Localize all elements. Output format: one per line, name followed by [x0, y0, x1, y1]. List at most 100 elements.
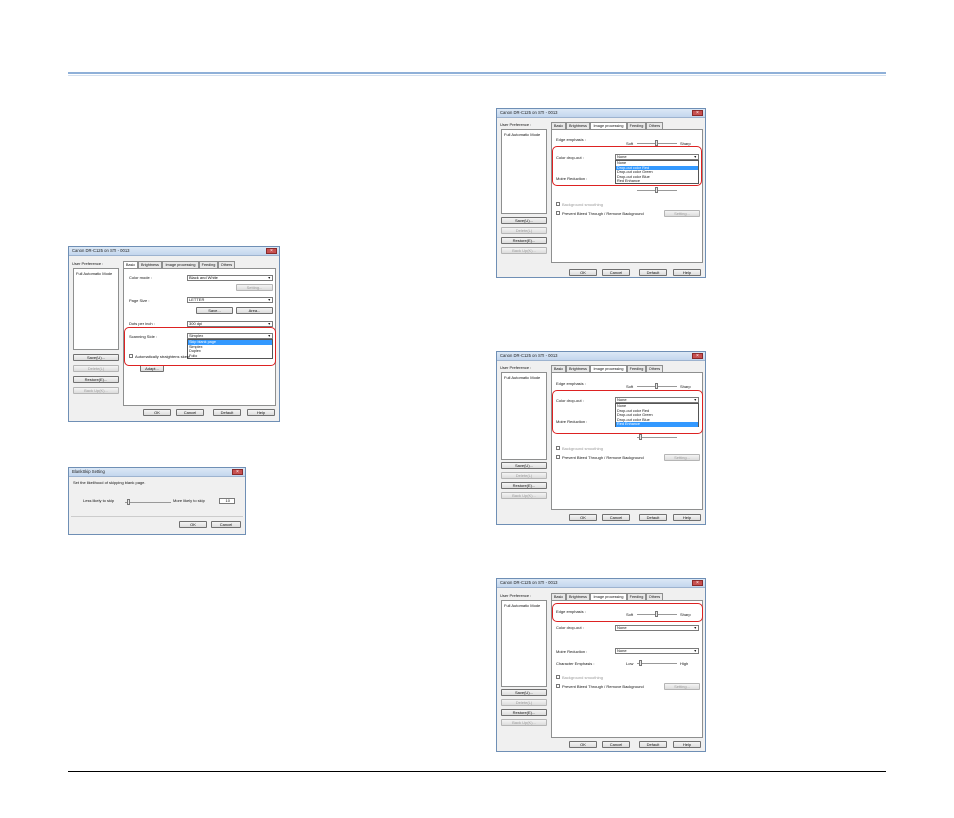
less-likely-label: Less likely to skip	[83, 498, 115, 503]
character-slider[interactable]	[637, 437, 677, 438]
tab-basic[interactable]: Basic	[551, 122, 566, 129]
delete-button[interactable]: Delete(L)	[501, 472, 547, 479]
default-button[interactable]: Default	[639, 269, 667, 276]
close-icon[interactable]: ×	[692, 353, 703, 359]
area-button[interactable]: Area...	[236, 307, 273, 314]
slider-thumb[interactable]	[639, 434, 642, 440]
save-button[interactable]: Save(U)...	[501, 689, 547, 696]
default-button[interactable]: Default	[639, 741, 667, 748]
blankskip-slider[interactable]	[125, 502, 171, 503]
close-icon[interactable]: ×	[692, 580, 703, 586]
blankskip-value-spinner[interactable]: 10	[219, 498, 235, 504]
back-up-button[interactable]: Back Up(K)...	[501, 719, 547, 726]
character-emphasis-label: Character Emphasis :	[556, 661, 595, 666]
restore-button[interactable]: Restore(E)...	[501, 482, 547, 489]
window-title: BlankSkip Setting	[72, 469, 105, 474]
user-preference-list[interactable]: Full Automatic Mode	[501, 372, 547, 460]
list-item[interactable]: Full Automatic Mode	[504, 132, 540, 137]
back-up-button[interactable]: Back Up(K)...	[73, 387, 119, 394]
slider-thumb[interactable]	[127, 499, 130, 505]
character-slider[interactable]	[637, 663, 677, 664]
help-button[interactable]: Help	[247, 409, 275, 416]
cancel-button[interactable]: Cancel	[602, 741, 630, 748]
color-mode-select[interactable]: Black and White ▼	[187, 275, 273, 281]
list-item[interactable]: Full Automatic Mode	[76, 271, 112, 276]
help-button[interactable]: Help	[673, 269, 701, 276]
bleed-setting-button[interactable]: Setting...	[664, 210, 700, 217]
cancel-button[interactable]: Cancel	[211, 521, 241, 528]
delete-button[interactable]: Delete(L)	[501, 699, 547, 706]
bleed-setting-button[interactable]: Setting...	[664, 683, 700, 690]
adapt-button[interactable]: Adapt...	[140, 365, 164, 372]
ok-button[interactable]: OK	[569, 741, 597, 748]
tab-basic[interactable]: Basic	[551, 593, 566, 600]
close-icon[interactable]: ×	[232, 469, 243, 475]
user-preference-label: User Preference :	[500, 593, 532, 598]
tab-image-processing[interactable]: Image processing	[162, 261, 199, 268]
color-setting-button[interactable]: Setting...	[236, 284, 273, 291]
save-button[interactable]: Save(U)...	[73, 354, 119, 361]
slider-thumb[interactable]	[655, 187, 658, 193]
help-button[interactable]: Help	[673, 514, 701, 521]
cancel-button[interactable]: Cancel	[176, 409, 204, 416]
tab-others[interactable]: Others	[646, 122, 663, 129]
restore-button[interactable]: Restore(E)...	[73, 376, 119, 383]
help-button[interactable]: Help	[673, 741, 701, 748]
restore-button[interactable]: Restore(E)...	[501, 709, 547, 716]
cancel-button[interactable]: Cancel	[602, 269, 630, 276]
tab-brightness[interactable]: Brightness	[566, 593, 590, 600]
tab-feeding[interactable]: Feeding	[199, 261, 218, 268]
slider-thumb[interactable]	[639, 660, 642, 666]
image-processing-dialog-edge: Canon DR-C125 on STI - 0013 × User Prefe…	[496, 578, 706, 752]
bg-smoothing-checkbox[interactable]	[556, 675, 560, 679]
tab-feeding[interactable]: Feeding	[627, 122, 646, 129]
ok-button[interactable]: OK	[569, 514, 597, 521]
user-preference-list[interactable]: Full Automatic Mode	[73, 268, 119, 350]
list-item[interactable]: Full Automatic Mode	[504, 603, 540, 608]
page-save-button[interactable]: Save...	[196, 307, 233, 314]
highlight-frame	[552, 146, 702, 186]
tab-brightness[interactable]: Brightness	[138, 261, 162, 268]
back-up-button[interactable]: Back Up(K)...	[501, 492, 547, 499]
color-mode-label: Color mode :	[129, 275, 152, 280]
ok-button[interactable]: OK	[569, 269, 597, 276]
user-preference-list[interactable]: Full Automatic Mode	[501, 600, 547, 687]
tab-brightness[interactable]: Brightness	[566, 365, 590, 372]
bleed-checkbox[interactable]	[556, 455, 560, 459]
bleed-setting-button[interactable]: Setting...	[664, 454, 700, 461]
tab-others[interactable]: Others	[218, 261, 235, 268]
close-icon[interactable]: ×	[266, 248, 277, 254]
save-button[interactable]: Save(U)...	[501, 462, 547, 469]
delete-button[interactable]: Delete(L)	[73, 365, 119, 372]
default-button[interactable]: Default	[639, 514, 667, 521]
tab-others[interactable]: Others	[646, 365, 663, 372]
ok-button[interactable]: OK	[143, 409, 171, 416]
color-dropout-select[interactable]: None ▼	[615, 625, 699, 631]
page-size-label: Page Size :	[129, 298, 150, 303]
page-size-select[interactable]: LETTER ▼	[187, 297, 273, 303]
slider-thumb[interactable]	[655, 383, 658, 389]
bleed-checkbox[interactable]	[556, 211, 560, 215]
high-label: High	[680, 661, 689, 666]
user-preference-list[interactable]: Full Automatic Mode	[501, 129, 547, 214]
bg-smoothing-checkbox[interactable]	[556, 446, 560, 450]
tab-bar: Basic Brightness Image processing Feedin…	[551, 122, 701, 130]
tab-basic[interactable]: Basic	[551, 365, 566, 372]
bleed-checkbox[interactable]	[556, 684, 560, 688]
restore-button[interactable]: Restore(E)...	[501, 237, 547, 244]
list-item[interactable]: Full Automatic Mode	[504, 375, 540, 380]
save-button[interactable]: Save(U)...	[501, 217, 547, 224]
back-up-button[interactable]: Back Up(K)...	[501, 247, 547, 254]
tab-brightness[interactable]: Brightness	[566, 122, 590, 129]
delete-button[interactable]: Delete(L)	[501, 227, 547, 234]
edge-emphasis-label: Edge emphasis :	[556, 137, 586, 142]
moire-select[interactable]: None ▼	[615, 648, 699, 654]
ok-button[interactable]: OK	[179, 521, 207, 528]
tab-feeding[interactable]: Feeding	[627, 365, 646, 372]
tab-others[interactable]: Others	[646, 593, 663, 600]
close-icon[interactable]: ×	[692, 110, 703, 116]
tab-feeding[interactable]: Feeding	[627, 593, 646, 600]
default-button[interactable]: Default	[213, 409, 241, 416]
bg-smoothing-checkbox[interactable]	[556, 202, 560, 206]
cancel-button[interactable]: Cancel	[602, 514, 630, 521]
